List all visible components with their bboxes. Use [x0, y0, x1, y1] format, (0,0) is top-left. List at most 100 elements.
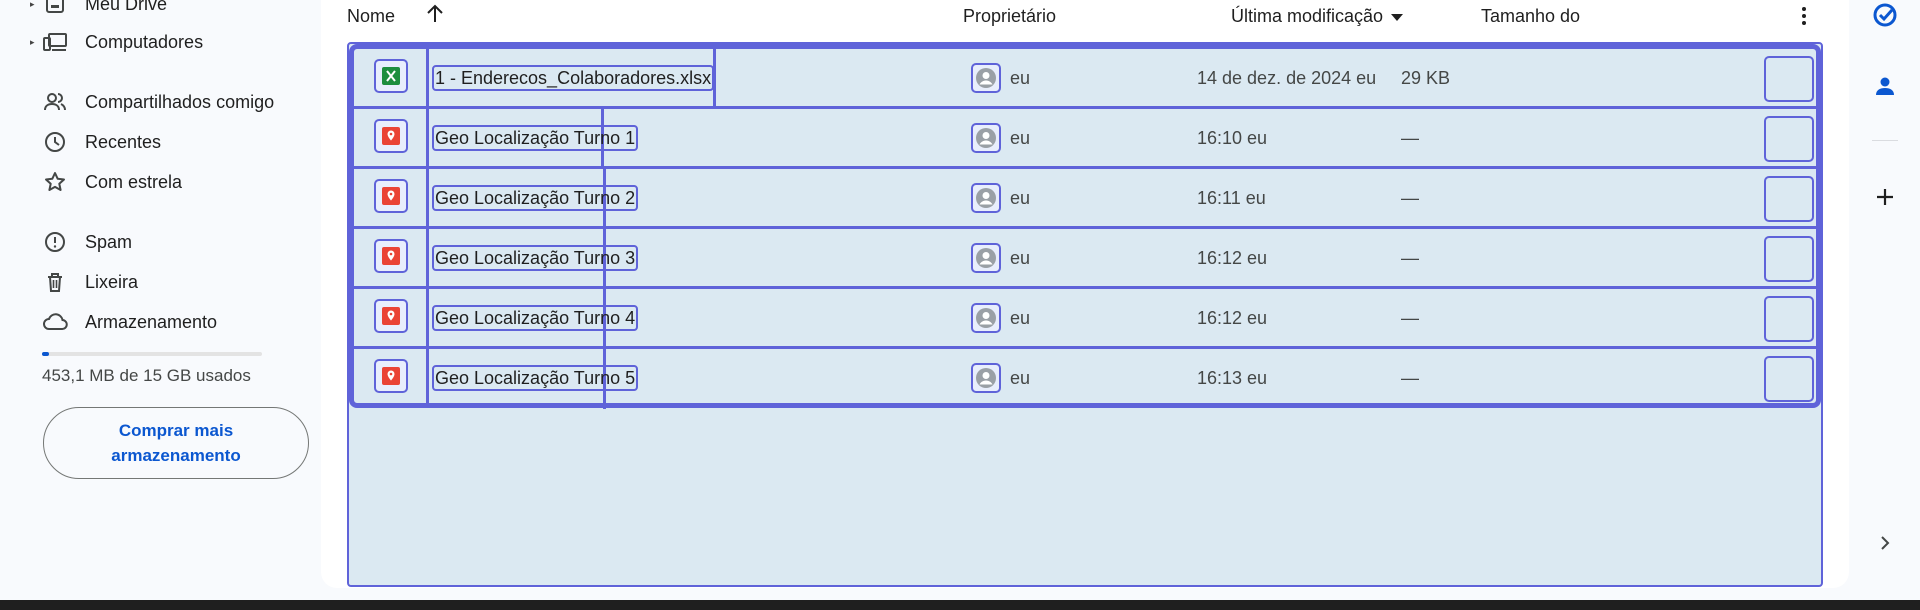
file-name-cell[interactable]: Geo Localização Turno 4	[429, 289, 639, 349]
file-name-cell[interactable]: 1 - Enderecos_Colaboradores.xlsx	[429, 49, 716, 109]
owner-avatar	[971, 183, 1001, 213]
storage-usage-text: 453,1 MB de 15 GB usados	[42, 366, 251, 385]
file-name-cell[interactable]: Geo Localização Turno 5	[429, 349, 639, 409]
file-row[interactable]: Geo Localização Turno 1 eu 16:10 eu —	[354, 109, 1816, 169]
spam-icon	[42, 229, 68, 255]
file-name[interactable]: Geo Localização Turno 5	[432, 365, 639, 391]
sidebar-item-label: Lixeira	[85, 271, 139, 292]
sidebar-item-label: Spam	[85, 231, 133, 252]
file-name[interactable]: Geo Localização Turno 4	[432, 305, 639, 331]
sidebar-item-trash[interactable]: Lixeira	[30, 264, 300, 300]
sidebar-item-spam[interactable]: Spam	[30, 224, 300, 260]
file-row[interactable]: 1 - Enderecos_Colaboradores.xlsx eu 14 de …	[354, 49, 1816, 109]
file-name[interactable]: 1 - Enderecos_Colaboradores.xlsx	[432, 65, 715, 91]
file-list-area: 1 - Enderecos_Colaboradores.xlsx eu 14 de …	[347, 42, 1823, 587]
sidebar-item-label: Recentes	[85, 131, 162, 152]
file-name[interactable]: Geo Localização Turno 3	[432, 245, 639, 271]
file-size: —	[1401, 368, 1419, 388]
expand-caret-icon[interactable]: ▸	[30, 0, 38, 10]
file-list-header: Nome Proprietário Última modificação Tam…	[321, 0, 1849, 34]
column-header-owner[interactable]: Proprietário	[963, 6, 1056, 27]
dropdown-arrow-icon	[1391, 13, 1404, 21]
column-header-name[interactable]: Nome	[347, 6, 395, 27]
row-actions-button[interactable]	[1764, 356, 1814, 402]
file-name-cell[interactable]: Geo Localização Turno 3	[429, 229, 639, 289]
file-row[interactable]: Geo Localização Turno 5 eu 16:13 eu —	[354, 349, 1816, 409]
star-icon	[42, 169, 68, 195]
file-modified: 16:12 eu	[1197, 248, 1268, 268]
file-icon-cell	[354, 349, 429, 406]
file-owner: eu	[1010, 128, 1031, 148]
row-actions-button[interactable]	[1764, 236, 1814, 282]
file-size: —	[1401, 188, 1419, 208]
sidebar-item-shared[interactable]: Compartilhados comigo	[30, 84, 300, 120]
right-side-panel	[1850, 0, 1920, 600]
owner-avatar	[971, 243, 1001, 273]
owner-avatar	[971, 363, 1001, 393]
sidebar-item-label: Meu Drive	[85, 0, 168, 14]
row-actions-button[interactable]	[1764, 56, 1814, 102]
column-header-size[interactable]: Tamanho do	[1481, 6, 1580, 27]
file-size: —	[1401, 308, 1419, 328]
sidebar-item-computers[interactable]: ▸ Computadores	[30, 24, 300, 60]
file-name[interactable]: Geo Localização Turno 1	[432, 125, 639, 151]
trash-icon	[42, 269, 68, 295]
file-modified: 16:13 eu	[1197, 368, 1268, 388]
sidebar-item-starred[interactable]: Com estrela	[30, 164, 300, 200]
sidebar-item-label: Com estrela	[85, 171, 183, 192]
expand-caret-icon[interactable]: ▸	[30, 37, 38, 48]
storage-usage-fill	[42, 352, 49, 356]
contacts-icon[interactable]	[1870, 71, 1900, 101]
map-file-icon	[374, 359, 408, 393]
file-row[interactable]: Geo Localização Turno 3 eu 16:12 eu —	[354, 229, 1816, 289]
file-icon-cell	[354, 169, 429, 226]
sidebar-item-storage[interactable]: Armazenamento	[30, 304, 300, 340]
row-actions-button[interactable]	[1764, 116, 1814, 162]
file-owner: eu	[1010, 248, 1031, 268]
my-drive-icon	[42, 0, 68, 17]
computer-icon	[42, 29, 68, 55]
excel-file-icon	[374, 59, 408, 93]
file-modified: 16:12 eu	[1197, 308, 1268, 328]
file-name[interactable]: Geo Localização Turno 2	[432, 185, 639, 211]
file-size: —	[1401, 248, 1419, 268]
file-size: —	[1401, 128, 1419, 148]
file-row[interactable]: Geo Localização Turno 4 eu 16:12 eu —	[354, 289, 1816, 349]
people-icon	[42, 89, 68, 115]
map-file-icon	[374, 299, 408, 333]
file-name-cell[interactable]: Geo Localização Turno 2	[429, 169, 639, 229]
column-header-modified[interactable]: Última modificação	[1231, 6, 1404, 27]
file-owner: eu	[1010, 368, 1031, 388]
sidebar-item-my-drive[interactable]: ▸ Meu Drive	[30, 0, 300, 22]
map-file-icon	[374, 179, 408, 213]
column-header-modified-label: Última modificação	[1231, 6, 1384, 26]
row-actions-button[interactable]	[1764, 176, 1814, 222]
sidebar-item-label: Compartilhados comigo	[85, 91, 275, 112]
sidebar-item-label: Armazenamento	[85, 311, 218, 332]
file-modified: 16:10 eu	[1197, 128, 1268, 148]
file-owner: eu	[1010, 188, 1031, 208]
cloud-icon	[42, 309, 68, 335]
tasks-icon[interactable]	[1870, 0, 1900, 30]
sort-ascending-icon[interactable]	[423, 2, 447, 26]
buy-storage-button[interactable]: Comprar mais armazenamento	[43, 407, 309, 479]
row-actions-button[interactable]	[1764, 296, 1814, 342]
file-modified: 14 de dez. de 2024 eu	[1197, 68, 1377, 88]
file-icon-cell	[354, 229, 429, 286]
storage-usage-bar	[42, 352, 262, 356]
file-icon-cell	[354, 49, 429, 106]
file-name-cell[interactable]: Geo Localização Turno 1	[429, 109, 639, 169]
expand-panel-icon[interactable]	[1870, 528, 1900, 558]
map-file-icon	[374, 239, 408, 273]
add-addon-icon[interactable]	[1870, 182, 1900, 212]
sidebar-item-label: Computadores	[85, 31, 204, 52]
file-row[interactable]: Geo Localização Turno 2 eu 16:11 eu —	[354, 169, 1816, 229]
sidebar: ▸ Meu Drive ▸ Computadores Compartilhado…	[0, 0, 320, 600]
map-file-icon	[374, 119, 408, 153]
owner-avatar	[971, 63, 1001, 93]
sidebar-item-recent[interactable]: Recentes	[30, 124, 300, 160]
more-options-icon[interactable]	[1792, 4, 1816, 28]
file-owner: eu	[1010, 308, 1031, 328]
bottom-strip	[0, 600, 1920, 610]
file-owner: eu	[1010, 68, 1031, 88]
